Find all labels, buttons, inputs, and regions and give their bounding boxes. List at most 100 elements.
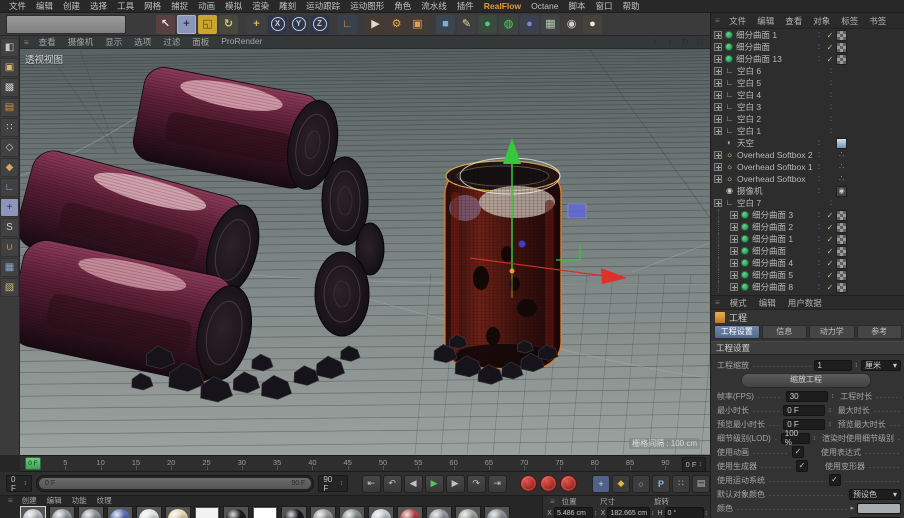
tag-expression-tag-icon[interactable]: ∴ [836, 161, 847, 173]
timeline-ruler[interactable]: 0 F 5 10 15 20 25 30 35 40 45 50 55 60 65 70 75 80 85 90 … [20, 455, 710, 472]
visibility-toggle-dots[interactable]: : [813, 247, 825, 255]
tag-texture-thumbnail[interactable] [836, 281, 847, 293]
tag-expression-tag-icon[interactable]: ∴ [836, 173, 847, 185]
visibility-toggle-dots[interactable]: : [825, 115, 837, 123]
object-manager-row[interactable]: 细分曲面 8: ✓ [711, 281, 847, 293]
toolbar-y-axis-lock[interactable]: Y [289, 14, 308, 34]
preview-range-slider[interactable]: 0 F 90 F [36, 475, 315, 492]
visibility-toggle-dots[interactable]: : [813, 139, 825, 147]
expand-toggle-icon[interactable] [714, 127, 722, 135]
attribute-mode-tab[interactable]: 用户数据 [782, 297, 828, 309]
visibility-toggle-dots[interactable]: : [813, 259, 825, 267]
tag-texture-thumbnail[interactable] [836, 53, 847, 65]
visibility-toggle-dots[interactable]: : [825, 199, 837, 207]
toolbar-render-view-button[interactable]: ▶ [366, 14, 385, 34]
leftbar-polygons-mode-button[interactable]: ◆ [0, 158, 19, 177]
expand-toggle-icon[interactable] [714, 79, 722, 87]
leftbar-enable-axis-button[interactable]: ∟ [0, 178, 19, 197]
leftbar-magnet-snap-button[interactable]: ∪ [0, 238, 19, 257]
tag-texture-thumbnail[interactable] [836, 245, 847, 257]
menubar-item[interactable]: RealFlow [479, 1, 526, 11]
attribute-tab-信息[interactable]: 信息 [761, 325, 807, 339]
object-manager-row[interactable]: 细分曲面 5: ✓ [711, 269, 847, 281]
scale-project-button[interactable]: 缩放工程 [741, 373, 871, 388]
object-manager-row[interactable]: ◐ 天空: [711, 137, 847, 149]
visibility-toggle-dots[interactable]: : [813, 187, 825, 195]
viewport[interactable]: ≡ 查看 摄像机 显示 选项 过滤 面板 ProRender + ↕ ↻ □ 透视视图 栅格间隔 … [20, 36, 710, 455]
menubar-item[interactable]: 捕捉 [166, 0, 193, 12]
attribute-input[interactable]: 1 [813, 359, 852, 371]
toolbar-z-axis-lock[interactable]: Z [310, 14, 329, 34]
enabled-checkmark[interactable]: ✓ [825, 31, 835, 40]
visibility-toggle-dots[interactable]: : [825, 79, 837, 87]
next-frame-button[interactable]: ▶ [445, 474, 465, 493]
toolbar-light-menu[interactable]: ● [583, 14, 602, 34]
expand-toggle-icon[interactable] [714, 175, 722, 183]
menubar-item[interactable]: 模拟 [220, 0, 247, 12]
leftbar-workplane-mode-button[interactable]: ▤ [0, 98, 19, 117]
expand-toggle-icon[interactable] [730, 259, 738, 267]
spinner-icon[interactable]: ↕ [651, 510, 655, 517]
expand-toggle-icon[interactable] [714, 163, 722, 171]
material-thumbnail[interactable] [78, 506, 104, 518]
object-manager-row[interactable]: ∟ 空白 6: [711, 65, 847, 77]
menubar-item[interactable]: 编辑 [31, 0, 58, 12]
attribute-tab-动力学[interactable]: 动力学 [809, 325, 855, 339]
visibility-toggle-dots[interactable]: : [813, 151, 825, 159]
menubar-item[interactable]: 创建 [58, 0, 85, 12]
object-manager-row[interactable]: 细分曲面: ✓ [711, 245, 847, 257]
material-menu-item[interactable]: 创建 [17, 496, 42, 506]
toolbar-spline-pen-menu[interactable]: ✎ [457, 14, 476, 34]
material-thumbnail[interactable] [368, 506, 394, 518]
enabled-checkmark[interactable]: ✓ [825, 283, 835, 292]
object-manager-row[interactable]: 细分曲面 3: ✓ [711, 209, 847, 221]
enabled-checkmark[interactable]: ✓ [825, 259, 835, 268]
viewport-zoom-view-icon[interactable]: ↕ [664, 37, 676, 48]
visibility-toggle-dots[interactable]: : [813, 283, 825, 291]
tag-texture-thumbnail[interactable] [836, 29, 847, 41]
attribute-input[interactable]: 30 [785, 390, 828, 402]
leftbar-points-mode-button[interactable]: ∷ [0, 118, 19, 137]
viewport-menu-item[interactable]: 显示 [99, 36, 128, 48]
material-menu-item[interactable]: 功能 [67, 496, 92, 506]
expand-toggle-icon[interactable] [714, 67, 722, 75]
material-thumbnail[interactable] [20, 506, 46, 518]
menubar-item[interactable]: 插件 [452, 0, 479, 12]
viewport-menu-item[interactable]: 选项 [128, 36, 157, 48]
object-manager-row[interactable]: 细分曲面 1: ✓ [711, 233, 847, 245]
toolbar-render-settings-button[interactable]: ⚙ [387, 14, 406, 34]
toolbar-x-axis-lock[interactable]: X [268, 14, 287, 34]
object-manager-row[interactable]: 细分曲面 13: ✓ [711, 53, 847, 65]
record-keyframe-button[interactable] [519, 475, 537, 492]
color-swatch[interactable] [857, 502, 901, 514]
viewport-toggle-view-icon[interactable]: □ [694, 37, 706, 48]
checkbox[interactable]: ✓ [796, 460, 808, 472]
spinner-icon[interactable]: ↕ [831, 393, 835, 400]
spinner-icon[interactable]: ↕ [24, 480, 28, 487]
preview-range-inner[interactable]: 0 F 90 F [39, 478, 312, 489]
gizmo-center[interactable] [509, 268, 515, 274]
toolbar-move-tool[interactable]: + [177, 14, 196, 34]
menubar-item[interactable]: Octane [526, 1, 563, 11]
leftbar-tweak-mode-button[interactable]: + [0, 198, 19, 217]
object-manager-row[interactable]: 细分曲面: ✓ [711, 41, 847, 53]
range-end-field[interactable]: 90 F ↕ [318, 475, 349, 493]
expand-arrow-icon[interactable]: ▸ [850, 504, 854, 512]
visibility-toggle-dots[interactable]: : [825, 91, 837, 99]
attribute-input[interactable]: 0 F [783, 418, 826, 430]
viewport-pan-view-icon[interactable]: + [649, 37, 661, 48]
menubar-item[interactable]: 运动图形 [345, 0, 389, 12]
expand-toggle-icon[interactable] [730, 247, 738, 255]
toolbar-camera-menu[interactable]: ◉ [562, 14, 581, 34]
object-manager-row[interactable]: ∟ 空白 7: [711, 197, 847, 209]
spinner-icon[interactable]: ↕ [705, 510, 709, 517]
menubar-item[interactable]: 网格 [139, 0, 166, 12]
toolbar-subdivision-surface-menu[interactable]: ● [478, 14, 497, 34]
spinner-icon[interactable]: ↕ [828, 407, 832, 414]
timeline-layout-toggle[interactable]: ▤ [691, 474, 710, 493]
material-thumbnail[interactable] [397, 506, 423, 518]
object-manager-menu-item[interactable]: 文件 [724, 15, 752, 27]
menubar-item[interactable]: 流水线 [416, 0, 452, 12]
goto-start-button[interactable]: ⇤ [361, 474, 381, 493]
material-menu-item[interactable]: 纹理 [92, 496, 117, 506]
